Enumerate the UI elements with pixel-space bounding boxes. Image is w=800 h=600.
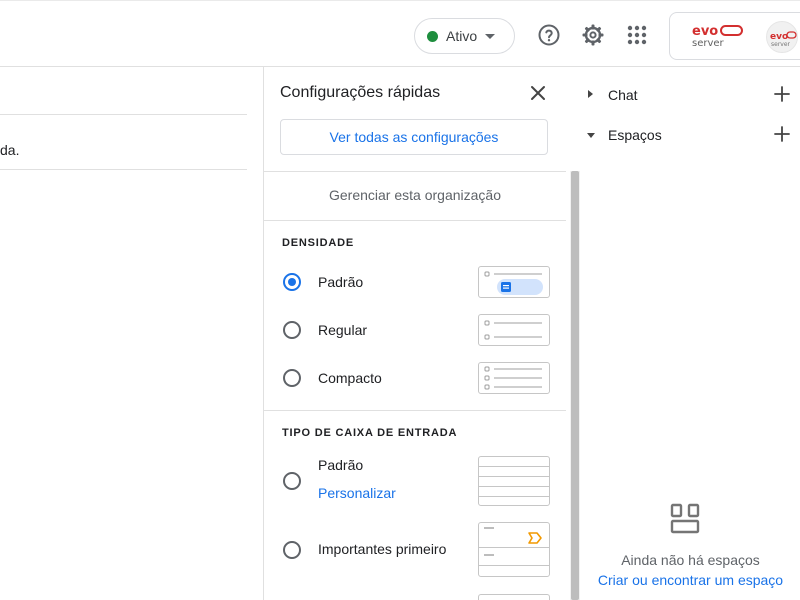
- status-label: Ativo: [446, 28, 478, 44]
- divider: [264, 220, 566, 221]
- density-regular-preview[interactable]: [478, 314, 550, 346]
- divider: [264, 171, 566, 172]
- avatar[interactable]: evo server: [766, 21, 798, 53]
- scrollbar-thumb[interactable]: [571, 171, 579, 600]
- inbox-default-radio[interactable]: [283, 472, 301, 490]
- settings-icon[interactable]: [580, 22, 606, 48]
- caret-down-icon: [485, 33, 496, 39]
- spaces-label: Espaços: [608, 127, 662, 143]
- caret-right-icon: [588, 90, 593, 98]
- help-icon[interactable]: [536, 22, 562, 48]
- evo-server-logo: evo server: [692, 24, 743, 49]
- svg-text:server: server: [692, 38, 725, 49]
- spaces-empty-icon: [670, 503, 700, 534]
- svg-text:server: server: [771, 41, 791, 48]
- quick-settings-panel: Configurações rápidas Ver todas as confi…: [263, 67, 581, 600]
- inbox-next-preview[interactable]: [478, 594, 550, 600]
- density-heading: DENSIDADE: [282, 237, 354, 249]
- spaces-section-header[interactable]: Espaços: [581, 123, 800, 147]
- see-all-settings-button[interactable]: Ver todas as configurações: [280, 119, 548, 155]
- inbox-option-label[interactable]: Importantes primeiro: [318, 541, 446, 557]
- inbox-important-first-radio[interactable]: [283, 541, 301, 559]
- chat-panel: Chat Espaços Ainda não há espaços Criar …: [581, 67, 800, 600]
- divider: [0, 169, 247, 170]
- apps-grid-icon[interactable]: [624, 22, 650, 48]
- density-option-label[interactable]: Compacto: [318, 370, 382, 386]
- density-default-radio[interactable]: [283, 273, 301, 291]
- caret-down-icon: [587, 133, 595, 138]
- inbox-important-preview[interactable]: [478, 522, 550, 577]
- mail-snippet: da.: [0, 142, 20, 158]
- density-regular-radio[interactable]: [283, 321, 301, 339]
- divider: [0, 114, 247, 115]
- create-or-find-space-link[interactable]: Criar ou encontrar um espaço: [581, 572, 800, 588]
- top-bar: Ativo evo server evo server: [0, 0, 800, 67]
- inbox-option-label[interactable]: Padrão: [318, 457, 363, 473]
- density-compact-radio[interactable]: [283, 369, 301, 387]
- density-default-preview[interactable]: [478, 266, 550, 298]
- svg-text:evo: evo: [692, 24, 718, 39]
- spaces-empty-message: Ainda não há espaços: [621, 552, 760, 568]
- density-compact-preview[interactable]: [478, 362, 550, 394]
- status-active-dot: [427, 30, 438, 42]
- close-icon[interactable]: [528, 83, 548, 103]
- chat-section-header[interactable]: Chat: [581, 83, 800, 107]
- chat-label: Chat: [608, 87, 638, 103]
- divider: [264, 410, 566, 411]
- manage-organization-link[interactable]: Gerenciar esta organização: [264, 187, 566, 203]
- quick-settings-title: Configurações rápidas: [280, 84, 441, 101]
- inbox-default-preview[interactable]: [478, 456, 550, 506]
- density-option-label[interactable]: Regular: [318, 322, 367, 338]
- mail-content-partial: da.: [0, 67, 263, 600]
- density-option-label[interactable]: Padrão: [318, 274, 363, 290]
- status-dropdown[interactable]: Ativo: [414, 18, 515, 54]
- account-switcher[interactable]: evo server evo server: [669, 12, 800, 60]
- customize-link[interactable]: Personalizar: [318, 485, 396, 501]
- inbox-type-heading: TIPO DE CAIXA DE ENTRADA: [282, 427, 458, 439]
- add-chat-icon[interactable]: [773, 85, 791, 103]
- add-space-icon[interactable]: [773, 125, 791, 143]
